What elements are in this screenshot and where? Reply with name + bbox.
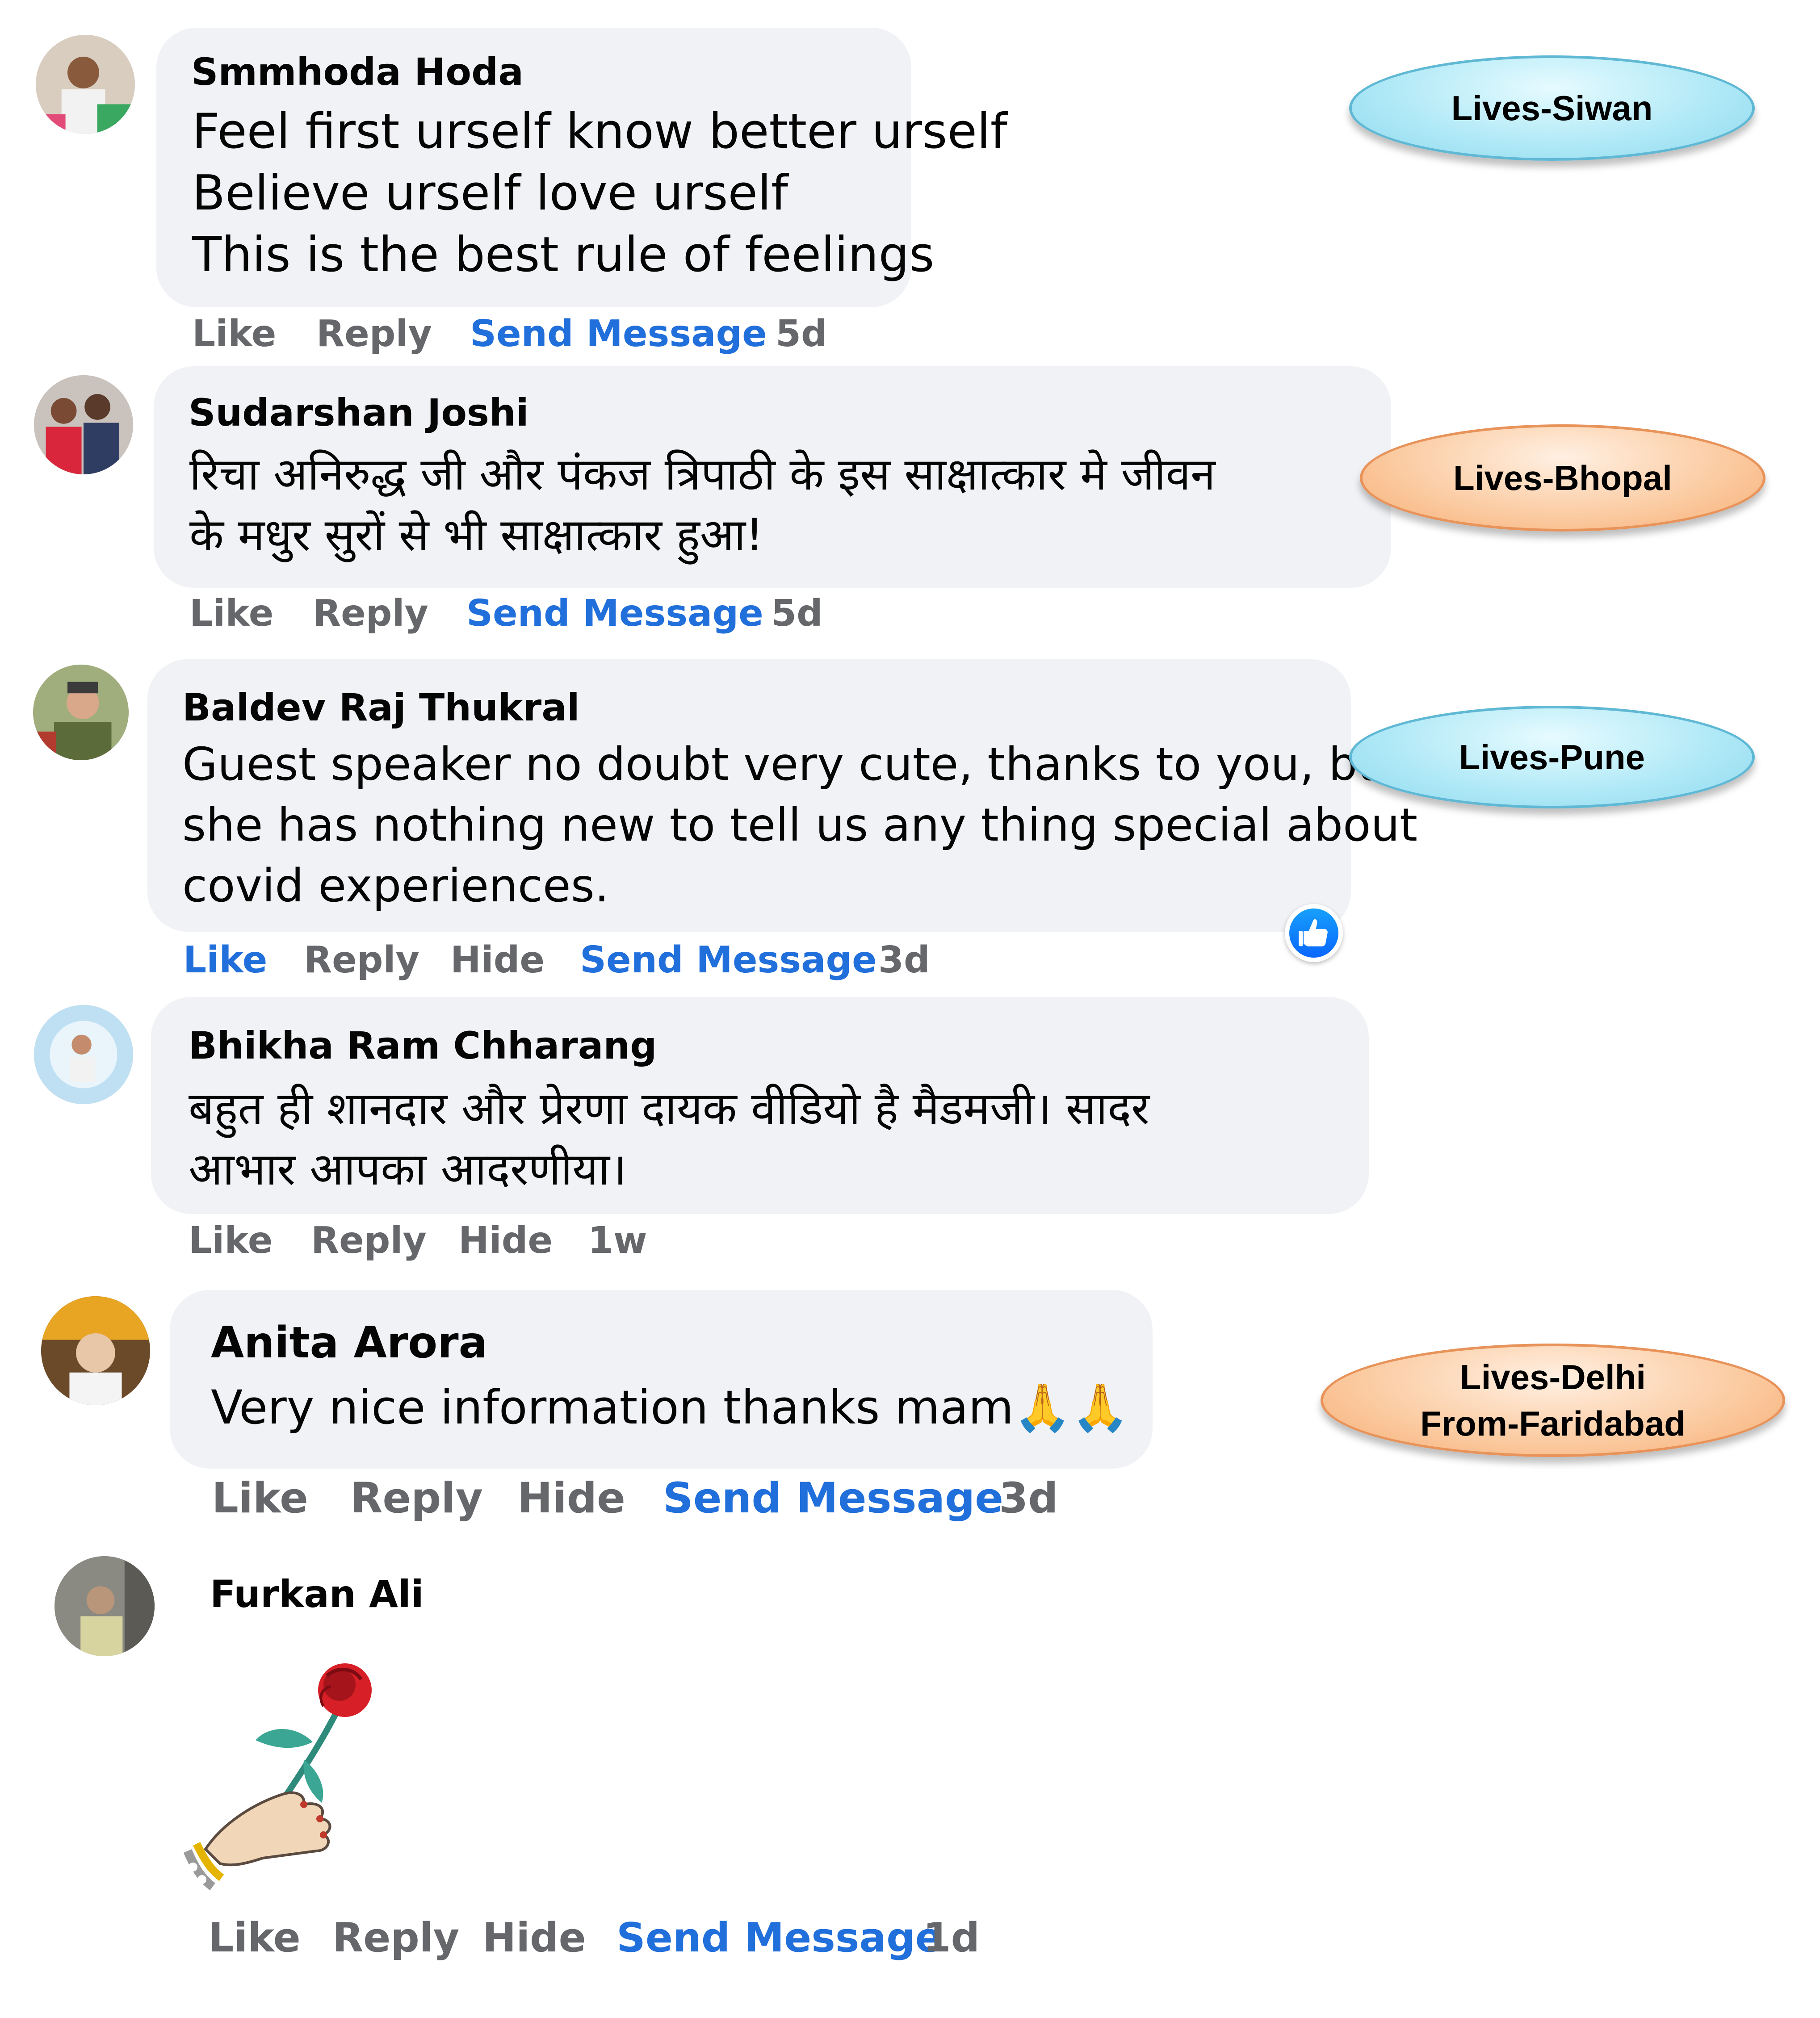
avatar-photo: [34, 375, 133, 474]
comment-text-line: के मधुर सुरों से भी साक्षात्कार हुआ!: [189, 509, 764, 561]
avatar-photo: [41, 1296, 150, 1405]
like-button[interactable]: Like: [192, 313, 276, 355]
avatar[interactable]: [36, 35, 135, 134]
thumbs-up-icon: [1289, 909, 1338, 958]
hide-button[interactable]: Hide: [458, 1219, 553, 1262]
avatar-photo: [33, 665, 129, 760]
like-reaction-badge[interactable]: [1285, 904, 1343, 962]
avatar[interactable]: [33, 665, 129, 760]
hide-button[interactable]: Hide: [517, 1474, 625, 1523]
like-button[interactable]: Like: [189, 1219, 273, 1262]
like-button[interactable]: Like: [208, 1914, 301, 1961]
location-tag: Lives-Bhopal: [1360, 424, 1765, 532]
avatar-photo: [36, 35, 135, 134]
hide-button[interactable]: Hide: [450, 939, 545, 981]
send-message-button[interactable]: Send Message: [470, 313, 767, 355]
comment-text-line: Very nice information thanks mam🙏🙏: [211, 1380, 1129, 1435]
avatar-photo: [55, 1556, 155, 1656]
location-tag-text: From-Faridabad: [1420, 1404, 1686, 1443]
rose-in-hand-sticker[interactable]: [170, 1644, 420, 1894]
comment-bubble: [170, 1290, 1153, 1469]
reply-button[interactable]: Reply: [304, 939, 419, 981]
location-tag: Lives-Delhi From-Faridabad: [1321, 1344, 1785, 1457]
avatar-photo: [34, 1005, 133, 1104]
timestamp[interactable]: 5d: [771, 592, 823, 635]
like-button[interactable]: Like: [183, 939, 267, 981]
comment-text-line: Feel first urself know better urself: [192, 104, 1007, 159]
comment-text-line: covid experiences.: [182, 859, 609, 913]
reply-button[interactable]: Reply: [332, 1914, 459, 1961]
comment-author[interactable]: Sudarshan Joshi: [189, 391, 529, 435]
comment-author[interactable]: Bhikha Ram Chharang: [189, 1024, 657, 1068]
comment-text-line: रिचा अनिरुद्ध जी और पंकज त्रिपाठी के इस …: [189, 448, 1216, 500]
comment-text-line: आभार आपका आदरणीया।: [189, 1143, 627, 1195]
comment-text-line: बहुत ही शानदार और प्रेरणा दायक वीडियो है…: [189, 1082, 1150, 1135]
comment-author[interactable]: Smmhoda Hoda: [191, 50, 524, 94]
like-button[interactable]: Like: [212, 1474, 308, 1523]
avatar[interactable]: [34, 1005, 133, 1104]
avatar[interactable]: [34, 375, 133, 474]
rose-sticker-drawing: [183, 1663, 372, 1891]
avatar[interactable]: [55, 1556, 155, 1656]
send-message-button[interactable]: Send Message: [580, 939, 877, 981]
timestamp[interactable]: 3d: [999, 1474, 1058, 1523]
location-tag: Lives-Pune: [1349, 706, 1755, 808]
timestamp[interactable]: 5d: [776, 313, 827, 355]
location-tag-text: Lives-Siwan: [1451, 88, 1653, 128]
send-message-button[interactable]: Send Message: [466, 592, 763, 635]
location-tag-text: Lives-Bhopal: [1453, 458, 1672, 498]
avatar[interactable]: [41, 1296, 150, 1405]
thumbs-up-glyph: [1299, 919, 1328, 946]
comment-text-line: Believe urself love urself: [192, 165, 788, 221]
reply-button[interactable]: Reply: [350, 1474, 483, 1523]
timestamp[interactable]: 3d: [878, 939, 930, 981]
comment-author[interactable]: Anita Arora: [211, 1318, 487, 1368]
location-tag-text: Lives-Pune: [1459, 737, 1645, 777]
location-tag-text: Lives-Delhi: [1459, 1357, 1646, 1397]
reply-button[interactable]: Reply: [311, 1219, 427, 1262]
comment-author[interactable]: Baldev Raj Thukral: [182, 686, 580, 729]
reply-button[interactable]: Reply: [313, 592, 428, 635]
like-button[interactable]: Like: [189, 592, 273, 635]
comment-text-line: Guest speaker no doubt very cute, thanks…: [182, 738, 1405, 791]
hide-button[interactable]: Hide: [482, 1914, 586, 1961]
comment-author[interactable]: Furkan Ali: [210, 1572, 424, 1616]
reply-button[interactable]: Reply: [316, 313, 432, 355]
timestamp[interactable]: 1d: [923, 1914, 980, 1961]
timestamp[interactable]: 1w: [588, 1219, 647, 1262]
send-message-button[interactable]: Send Message: [663, 1474, 1003, 1523]
location-tag: Lives-Siwan: [1349, 55, 1755, 161]
send-message-button[interactable]: Send Message: [616, 1914, 943, 1961]
comment-text-line: This is the best rule of feelings: [192, 227, 935, 283]
comment-text-line: she has nothing new to tell us any thing…: [182, 799, 1418, 852]
